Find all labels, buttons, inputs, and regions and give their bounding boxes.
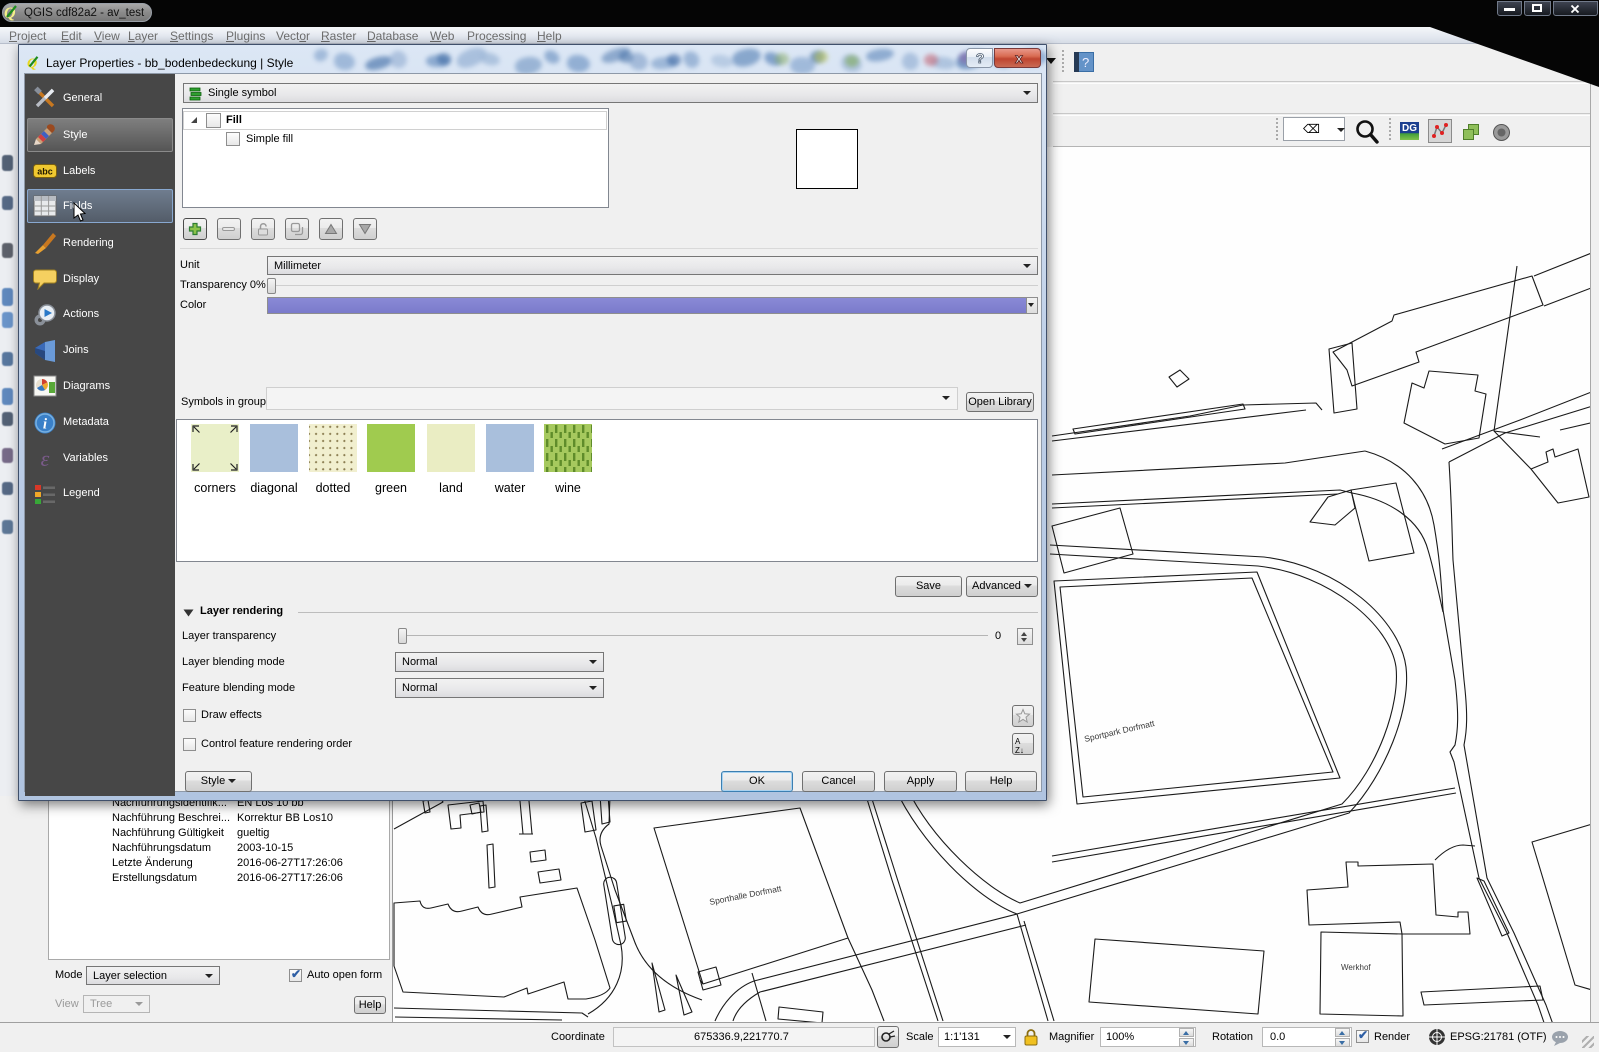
- svg-text:?: ?: [976, 50, 985, 66]
- svg-text:abc: abc: [37, 167, 53, 177]
- svg-text:x: x: [1015, 50, 1023, 66]
- svg-text:Sporthalle Dorfmatt: Sporthalle Dorfmatt: [708, 883, 782, 907]
- svg-text:ε: ε: [41, 447, 50, 471]
- svg-text:Werkhof: Werkhof: [1341, 963, 1371, 972]
- svg-text:Sportpark Dorfmatt: Sportpark Dorfmatt: [1083, 718, 1156, 744]
